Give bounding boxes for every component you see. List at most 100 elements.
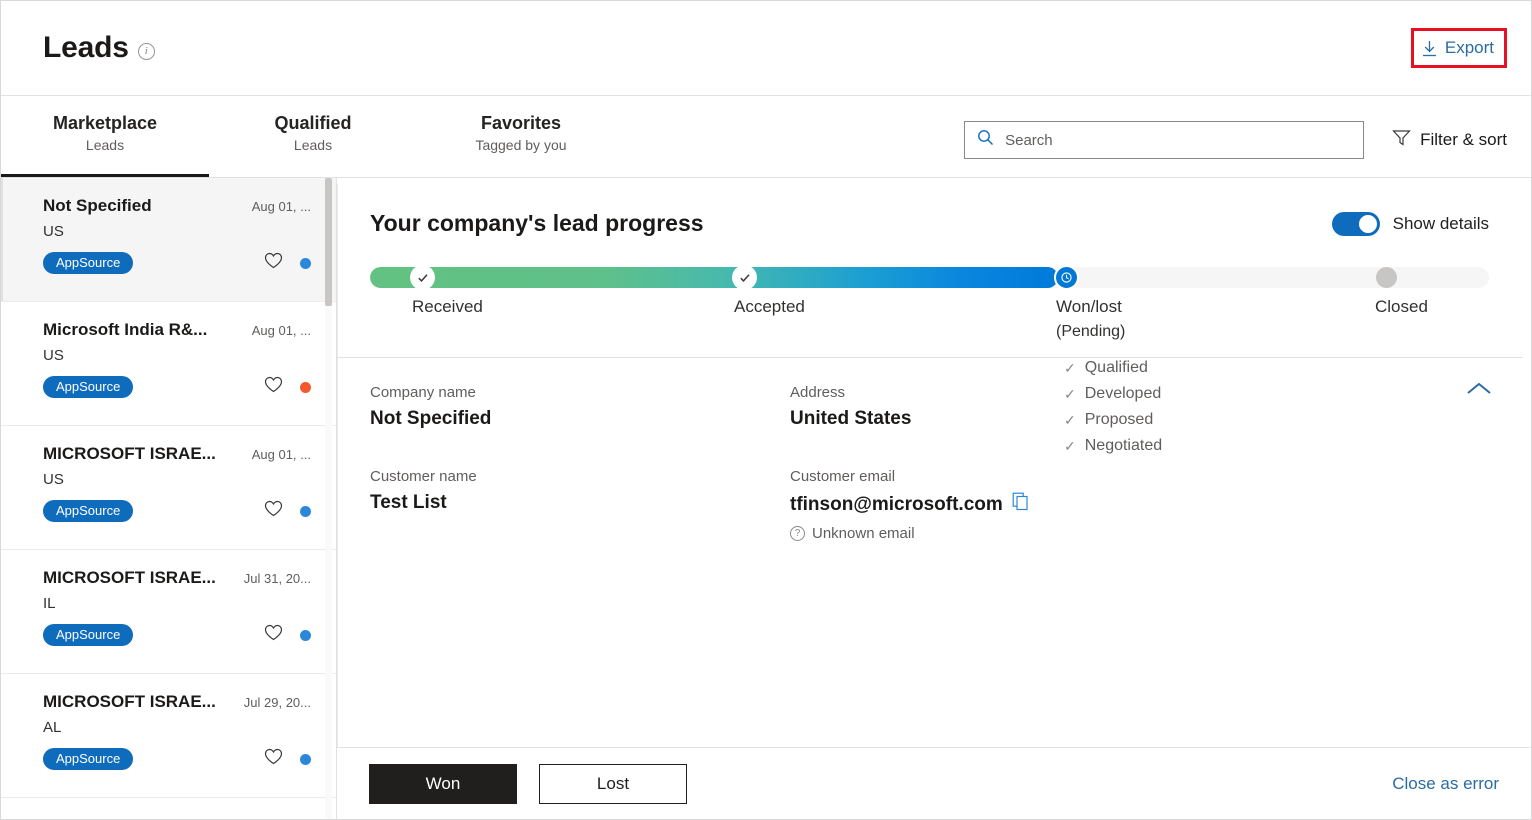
progress-label-received: Received: [412, 297, 483, 316]
toggle-track[interactable]: [1331, 211, 1380, 236]
status-dot: [300, 505, 311, 517]
heart-icon[interactable]: [264, 252, 283, 274]
list-item-name: MICROSOFT ISRAE...: [43, 568, 216, 587]
list-item-icons: [264, 500, 311, 522]
list-item[interactable]: MICROSOFT ISRAE... Jul 29, 20... AL AppS…: [1, 674, 336, 798]
field-address: Address United States: [790, 384, 1489, 430]
tab-favorites-label: Favorites: [480, 113, 562, 133]
tab-qualified-sub: Leads: [293, 137, 333, 153]
progress-node-closed[interactable]: [1376, 267, 1397, 288]
progress-fill: [370, 267, 1059, 288]
download-icon: [1422, 40, 1437, 57]
list-item-name: Not Specified: [43, 196, 152, 215]
progress-labels: Received Accepted Won/lost (Pending) Clo…: [370, 297, 1489, 454]
email-note: ? Unknown email: [790, 525, 1489, 542]
field-value-row: tfinson@microsoft.com: [790, 492, 1489, 517]
field-value: Not Specified: [370, 408, 492, 429]
list-item-name: MICROSOFT ISRAE...: [43, 444, 216, 463]
progress-node-received[interactable]: [410, 265, 435, 290]
body: Not Specified Aug 01, ... US AppSource M…: [1, 178, 1531, 819]
list-item-icons: [264, 376, 311, 398]
list-item-country: US: [43, 347, 64, 364]
list-item-header: MICROSOFT ISRAE... Aug 01, ...: [43, 444, 311, 464]
list-item-name: Microsoft India R&...: [43, 320, 208, 339]
lost-button[interactable]: Lost: [539, 763, 687, 804]
list-item[interactable]: Not Specified Aug 01, ... US AppSource: [1, 178, 336, 302]
tab-favorites[interactable]: Favorites Tagged by you: [417, 96, 625, 177]
list-item[interactable]: MICROSOFT ISRAE... Jul 31, 20... IL AppS…: [1, 550, 336, 674]
won-button[interactable]: Won: [369, 763, 517, 804]
list-item-country: US: [43, 471, 64, 488]
list-item-name: MICROSOFT ISRAE...: [43, 692, 216, 711]
progress-sub-wonlost: (Pending): [1056, 323, 1126, 340]
filter-sort-button[interactable]: Filter & sort: [1392, 129, 1507, 151]
lead-progress-card: Your company's lead progress Show detail…: [337, 184, 1523, 454]
tab-favorites-sub: Tagged by you: [475, 137, 567, 153]
source-badge: AppSource: [43, 252, 134, 274]
progress-node-wonlost[interactable]: [1054, 265, 1079, 290]
info-icon[interactable]: i: [137, 42, 155, 60]
question-icon: ?: [790, 526, 805, 541]
list-item-header: MICROSOFT ISRAE... Jul 31, 20...: [43, 568, 311, 588]
page-header: Leads i Export: [1, 1, 1531, 96]
field-label: Customer name: [370, 468, 477, 485]
list-item-date: Aug 01, ...: [251, 199, 311, 214]
field-value: Test List: [370, 492, 447, 513]
leads-page: Leads i Export Marketplace Leads Qualifi…: [0, 0, 1532, 820]
toolbar-right: Filter & sort: [964, 121, 1507, 177]
export-highlight-box: Export: [1410, 28, 1507, 68]
field-value: United States: [790, 408, 912, 429]
progress-track-wrap: [370, 265, 1489, 290]
list-item-footer: AppSource: [43, 252, 311, 274]
scrollbar-thumb[interactable]: [325, 178, 332, 306]
list-item-footer: AppSource: [43, 624, 311, 646]
list-item-header: MICROSOFT ISRAE... Jul 29, 20...: [43, 692, 311, 712]
status-dot: [300, 629, 311, 641]
search-input[interactable]: [1005, 131, 1354, 149]
funnel-icon: [1392, 129, 1411, 151]
export-button[interactable]: Export: [1422, 38, 1494, 58]
list-item-footer: AppSource: [43, 748, 311, 770]
show-details-toggle[interactable]: Show details: [1331, 211, 1489, 236]
tab-marketplace[interactable]: Marketplace Leads: [1, 96, 209, 177]
progress-label-wonlost: Won/lost: [1056, 297, 1122, 316]
lead-list-scrollbar[interactable]: [325, 178, 332, 819]
field-customer-email: Customer email tfinson@microsoft.com ? U…: [790, 468, 1489, 542]
lead-list-panel: Not Specified Aug 01, ... US AppSource M…: [1, 178, 337, 819]
title-group: Leads i: [43, 31, 155, 65]
chevron-up-icon[interactable]: [1465, 380, 1493, 403]
progress-track: [370, 267, 1489, 288]
list-item-icons: [264, 252, 311, 274]
show-details-label: Show details: [1392, 213, 1489, 233]
source-badge: AppSource: [43, 624, 134, 646]
heart-icon[interactable]: [264, 376, 283, 398]
list-item-footer: AppSource: [43, 500, 311, 522]
heart-icon[interactable]: [264, 500, 283, 522]
page-title: Leads: [43, 31, 129, 64]
progress-header: Your company's lead progress Show detail…: [370, 210, 1489, 237]
heart-icon[interactable]: [264, 748, 283, 770]
copy-icon[interactable]: [1012, 492, 1029, 517]
close-as-error-link[interactable]: Close as error: [1392, 774, 1499, 794]
list-item-icons: [264, 748, 311, 770]
list-item-icons: [264, 624, 311, 646]
export-label: Export: [1444, 38, 1494, 57]
lead-detail-panel: Your company's lead progress Show detail…: [337, 178, 1531, 819]
source-badge: AppSource: [43, 376, 134, 398]
field-label: Customer email: [790, 468, 896, 485]
list-item[interactable]: MICROSOFT ISRAE... Aug 01, ... US AppSou…: [1, 426, 336, 550]
list-item-country: IL: [43, 595, 56, 612]
status-dot: [300, 753, 311, 765]
list-item-header: Microsoft India R&... Aug 01, ...: [43, 320, 311, 340]
status-dot: [300, 257, 311, 269]
heart-icon[interactable]: [264, 624, 283, 646]
toggle-knob: [1358, 214, 1377, 233]
list-item-date: Aug 01, ...: [251, 323, 311, 338]
tab-qualified[interactable]: Qualified Leads: [209, 96, 417, 177]
search-box[interactable]: [964, 121, 1365, 159]
search-icon: [977, 129, 994, 151]
status-dot: [300, 381, 311, 393]
progress-node-accepted[interactable]: [732, 265, 757, 290]
list-item[interactable]: Microsoft India R&... Aug 01, ... US App…: [1, 302, 336, 426]
source-badge: AppSource: [43, 748, 134, 770]
